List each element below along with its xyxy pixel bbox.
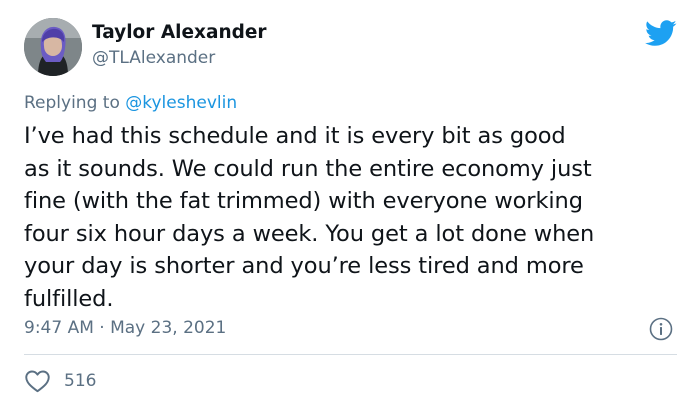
twitter-bird-icon[interactable] [645, 20, 677, 47]
like-count: 516 [64, 371, 97, 391]
replying-to-label: Replying to [24, 93, 120, 113]
divider [24, 354, 677, 355]
heart-icon[interactable] [24, 368, 51, 393]
mention-link[interactable]: @kyleshevlin [125, 93, 237, 113]
tweet-text: I’ve had this schedule and it is every b… [24, 120, 689, 316]
tweet-text-line: as it sounds. We could run the entire ec… [24, 155, 592, 182]
info-icon[interactable] [649, 317, 673, 341]
tweet-text-line: fulfilled. [24, 285, 114, 312]
author-handle[interactable]: @TLAlexander [92, 48, 215, 68]
replying-to: Replying to @kyleshevlin [24, 93, 237, 113]
avatar-photo-icon [24, 18, 82, 76]
tweet-text-line: fine (with the fat trimmed) with everyon… [24, 188, 583, 215]
tweet-timestamp[interactable]: 9:47 AM · May 23, 2021 [24, 318, 226, 338]
author-display-name[interactable]: Taylor Alexander [92, 22, 267, 43]
tweet-card: Taylor Alexander @TLAlexander Replying t… [0, 0, 700, 409]
avatar[interactable] [24, 18, 82, 76]
tweet-text-line: I’ve had this schedule and it is every b… [24, 123, 566, 149]
tweet-text-line: four six hour days a week. You get a lot… [24, 220, 595, 247]
tweet-text-line: your day is shorter and you’re less tire… [24, 253, 584, 280]
